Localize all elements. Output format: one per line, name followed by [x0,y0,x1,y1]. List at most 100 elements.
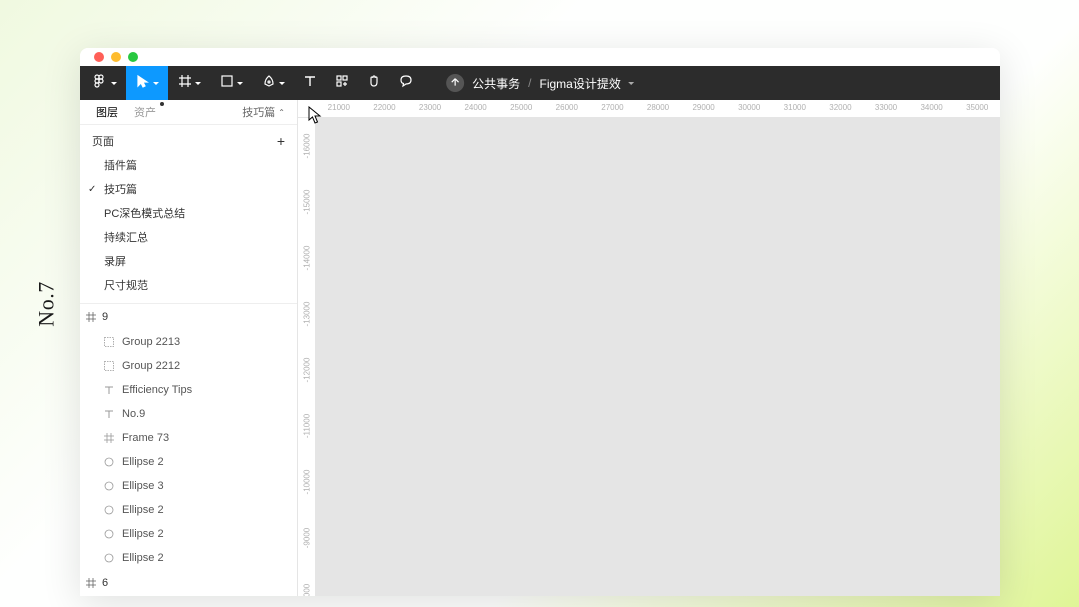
text-tool-icon [303,74,317,93]
ruler-tick-label: -8000 [302,584,311,596]
ruler-tick-label: 25000 [510,103,532,112]
chevron-down-icon [628,82,634,85]
comment-tool-button[interactable] [390,66,422,100]
page-list: 插件篇✓技巧篇 PC深色模式总结持续汇总录屏尺寸规范 [80,153,297,303]
layer-label: No.9 [122,408,145,420]
layer-item[interactable]: Group 2212 [80,354,297,378]
decor-left-label: No.7 [34,281,60,326]
tab-assets[interactable]: 资产 [130,104,160,120]
layer-item[interactable]: Efficiency Tips [80,378,297,402]
frame-label: 6 [102,577,108,589]
layer-item[interactable]: Ellipse 2 [80,498,297,522]
ruler-tick-label: 21000 [328,103,350,112]
add-page-button[interactable]: + [277,134,285,148]
frame-header[interactable]: 6 [80,570,297,596]
ruler-tick-label: 29000 [692,103,714,112]
ellipse-layer-icon [104,481,114,491]
page-item[interactable]: 持续汇总 [80,225,297,249]
ruler-tick-label: 26000 [556,103,578,112]
chevron-down-icon [195,82,201,85]
ruler-tick-label: 34000 [920,103,942,112]
chevron-down-icon [237,82,243,85]
layer-item[interactable]: No.9 [80,402,297,426]
ruler-tick-label: 32000 [829,103,851,112]
left-sidebar: 图层 资产 技巧篇 ⌃ 页面 + 插件篇✓技巧篇PC深色模式总结持续汇总录屏尺寸… [80,100,298,596]
page-item-label: PC深色模式总结 [104,205,185,221]
ellipse-layer-icon [104,553,114,563]
layer-item[interactable]: Ellipse 3 [80,474,297,498]
frame-label: 9 [102,311,108,323]
team-avatar-icon[interactable] [446,74,464,92]
ruler-tick-label: -10000 [302,470,311,495]
page-item[interactable]: 录屏 [80,249,297,273]
pen-tool-button[interactable] [252,66,294,100]
canvas[interactable] [316,118,1000,596]
shape-tool-button[interactable] [210,66,252,100]
ruler-tick-label: -11000 [302,414,311,438]
project-name-dropdown[interactable]: Figma设计提效 [540,75,634,92]
ruler-tick-label: 24000 [464,103,486,112]
layer-item[interactable]: Ellipse 2 [80,450,297,474]
resources-tool-button[interactable] [326,66,358,100]
chevron-down-icon [153,82,159,85]
layer-label: Ellipse 2 [122,528,164,540]
group-layer-icon [104,361,114,371]
project-name-label: Figma设计提效 [540,75,621,92]
frame-icon [86,578,96,588]
figma-logo-icon [94,74,108,93]
pen-tool-icon [262,74,276,93]
layer-item[interactable]: Ellipse 2 [80,546,297,570]
rectangle-tool-icon [220,74,234,93]
main-menu-button[interactable] [84,66,126,100]
text-layer-icon [104,385,114,395]
layer-item[interactable]: Group 2213 [80,330,297,354]
page-item-label: 录屏 [104,253,126,269]
tab-layers[interactable]: 图层 [92,104,122,120]
frame-icon [86,312,96,322]
current-page-label: 技巧篇 [242,104,275,120]
close-window-button[interactable] [94,52,104,62]
panel-tabs: 图层 资产 技巧篇 ⌃ [80,100,297,125]
page-item[interactable]: ✓技巧篇 [80,177,297,201]
layer-label: Ellipse 2 [122,552,164,564]
hand-tool-button[interactable] [358,66,390,100]
layer-item[interactable]: Frame 73 [80,426,297,450]
layer-item[interactable]: Ellipse 2 [80,522,297,546]
page-item[interactable]: 插件篇 [80,153,297,177]
ruler-tick-label: -13000 [302,302,311,327]
frame-tool-icon [178,74,192,93]
layer-label: Group 2212 [122,360,180,372]
page-item[interactable]: 尺寸规范 [80,273,297,297]
comment-icon [399,74,413,93]
ruler-tick-label: 28000 [647,103,669,112]
layer-label: Ellipse 2 [122,456,164,468]
ellipse-layer-icon [104,505,114,515]
main-area: 图层 资产 技巧篇 ⌃ 页面 + 插件篇✓技巧篇PC深色模式总结持续汇总录屏尺寸… [80,100,1000,596]
breadcrumb-separator: / [528,76,531,90]
ruler-tick-label: -14000 [302,246,311,271]
text-layer-icon [104,409,114,419]
page-item[interactable]: PC深色模式总结 [80,201,297,225]
pages-label: 页面 [92,133,114,149]
current-page-dropdown[interactable]: 技巧篇 ⌃ [242,104,285,120]
ruler-tick-label: -9000 [302,528,311,548]
layer-label: Frame 73 [122,432,169,444]
chevron-down-icon [111,82,117,85]
chevron-down-icon [279,82,285,85]
tab-assets-label: 资产 [134,107,156,119]
toolbar: 公共事务 / Figma设计提效 [80,66,1000,100]
checkmark-icon: ✓ [88,184,96,195]
frame-layer-icon [104,433,114,443]
minimize-window-button[interactable] [111,52,121,62]
hand-tool-icon [367,74,381,93]
ruler-tick-label: 27000 [601,103,623,112]
text-tool-button[interactable] [294,66,326,100]
team-name-label[interactable]: 公共事务 [472,75,520,92]
frame-tool-button[interactable] [168,66,210,100]
ruler-tick-label: 22000 [373,103,395,112]
ruler-tick-label: -12000 [302,358,311,383]
maximize-window-button[interactable] [128,52,138,62]
frame-header[interactable]: 9 [80,304,297,330]
move-tool-button[interactable] [126,66,168,100]
vertical-ruler: -16000-15000-14000-13000-12000-11000-100… [298,118,316,596]
